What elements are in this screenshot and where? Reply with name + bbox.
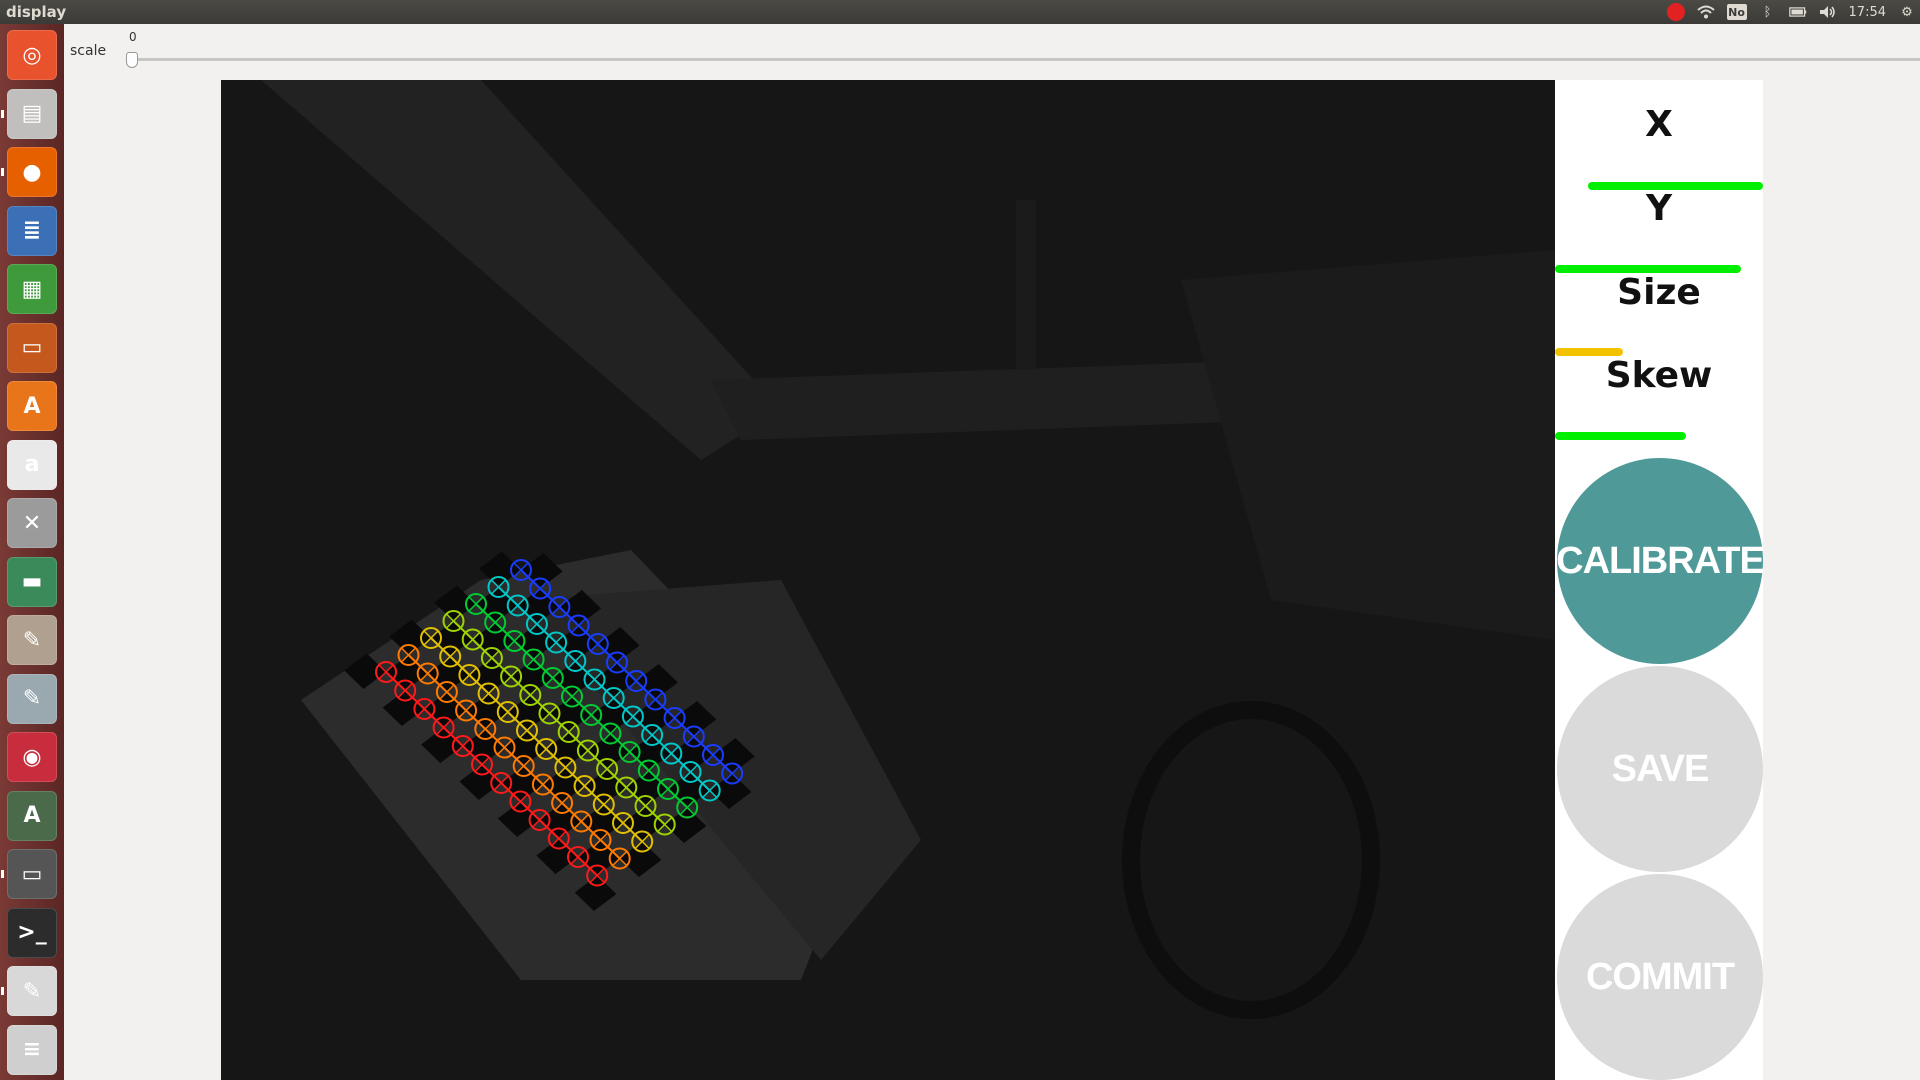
ubuntu-dash-glyph: ◎ — [22, 42, 42, 68]
calibrate-button[interactable]: CALIBRATE — [1556, 458, 1765, 664]
terminal-icon[interactable]: >_ — [7, 907, 57, 958]
camera-view — [221, 80, 1555, 1080]
app-red-glyph: ◉ — [22, 744, 42, 770]
running-indicator — [1, 168, 4, 176]
impress-icon[interactable]: ▭ — [7, 322, 57, 373]
window-title: display — [6, 3, 67, 21]
metric-skew-bar — [1555, 432, 1686, 440]
hardware-glyph: ▬ — [21, 569, 43, 594]
keyboard-layout-indicator[interactable]: No — [1726, 4, 1747, 20]
files-icon[interactable]: ▤ — [7, 88, 57, 139]
indicator-area: No ᛒ 17:54 ⚙ — [1666, 0, 1916, 24]
bluetooth-icon[interactable]: ᛒ — [1759, 3, 1777, 21]
firefox-icon[interactable]: ● — [7, 147, 57, 197]
wifi-icon[interactable] — [1696, 3, 1715, 21]
display-glyph: ▭ — [21, 861, 43, 887]
amazon-icon[interactable]: a — [7, 439, 57, 490]
calibration-panel: X Y Size Skew CALIBRATE SAVE COMMIT — [1555, 80, 1765, 1080]
updater-icon[interactable]: A — [7, 790, 57, 841]
clock[interactable]: 17:54 — [1849, 5, 1886, 20]
terminal-glyph: >_ — [17, 920, 47, 945]
display-icon[interactable]: ▭ — [7, 849, 57, 899]
calc-glyph: ▦ — [21, 276, 43, 302]
battery-icon[interactable] — [1788, 3, 1807, 21]
running-indicator — [1, 987, 4, 995]
scale-label: scale — [70, 43, 107, 59]
writer-glyph: ≣ — [22, 218, 42, 243]
writer-icon[interactable]: ≣ — [7, 205, 57, 256]
gear-icon[interactable]: ⚙ — [1898, 3, 1916, 21]
paint-brush-icon[interactable]: ✎ — [7, 615, 57, 665]
scale-slider-track[interactable] — [131, 58, 1920, 61]
metric-size-label: Size — [1617, 272, 1701, 313]
top-panel: display No ᛒ 17:54 ⚙ — [0, 0, 1920, 24]
impress-glyph: ▭ — [21, 335, 43, 360]
metric-x-label: X — [1645, 104, 1673, 145]
window-background — [1763, 80, 1920, 1080]
metric-y-label: Y — [1645, 188, 1673, 229]
calc-icon[interactable]: ▦ — [7, 264, 57, 314]
save-button[interactable]: SAVE — [1557, 666, 1763, 872]
software-center-icon[interactable]: A — [7, 381, 57, 431]
ubuntu-dash-icon[interactable]: ◎ — [7, 30, 57, 80]
scale-slider-handle[interactable] — [126, 52, 138, 68]
paint-brush-glyph: ✎ — [22, 627, 42, 653]
paint-tube-icon[interactable]: ✎ — [7, 673, 57, 724]
app-red-icon[interactable]: ◉ — [7, 732, 57, 782]
running-indicator — [1, 109, 4, 118]
updater-glyph: A — [23, 803, 41, 828]
paint-tube-glyph: ✎ — [22, 686, 42, 711]
commit-button[interactable]: COMMIT — [1557, 874, 1763, 1080]
amazon-glyph: a — [24, 452, 40, 477]
launcher: ◎ ▤ ● ≣ ▦ ▭ Aa ✕ ▬ ✎ ✎ ◉ A ▭ >_ ✎ ≡ — [0, 24, 65, 1080]
record-indicator-icon[interactable] — [1666, 3, 1685, 21]
metric-skew-label: Skew — [1605, 355, 1713, 396]
camera-image — [221, 80, 1555, 1080]
settings-icon[interactable]: ✕ — [7, 498, 57, 548]
stack-glyph: ≡ — [22, 1037, 42, 1062]
hardware-icon[interactable]: ▬ — [7, 556, 57, 607]
firefox-glyph: ● — [22, 159, 42, 185]
files-glyph: ▤ — [21, 101, 43, 126]
stack-icon[interactable]: ≡ — [7, 1024, 57, 1075]
settings-glyph: ✕ — [22, 510, 42, 536]
volume-icon[interactable] — [1819, 3, 1837, 21]
text-editor-icon[interactable]: ✎ — [7, 966, 57, 1016]
scale-value: 0 — [129, 30, 137, 44]
running-indicator — [1, 870, 4, 878]
software-center-glyph: A — [23, 393, 41, 419]
text-editor-glyph: ✎ — [22, 978, 42, 1004]
